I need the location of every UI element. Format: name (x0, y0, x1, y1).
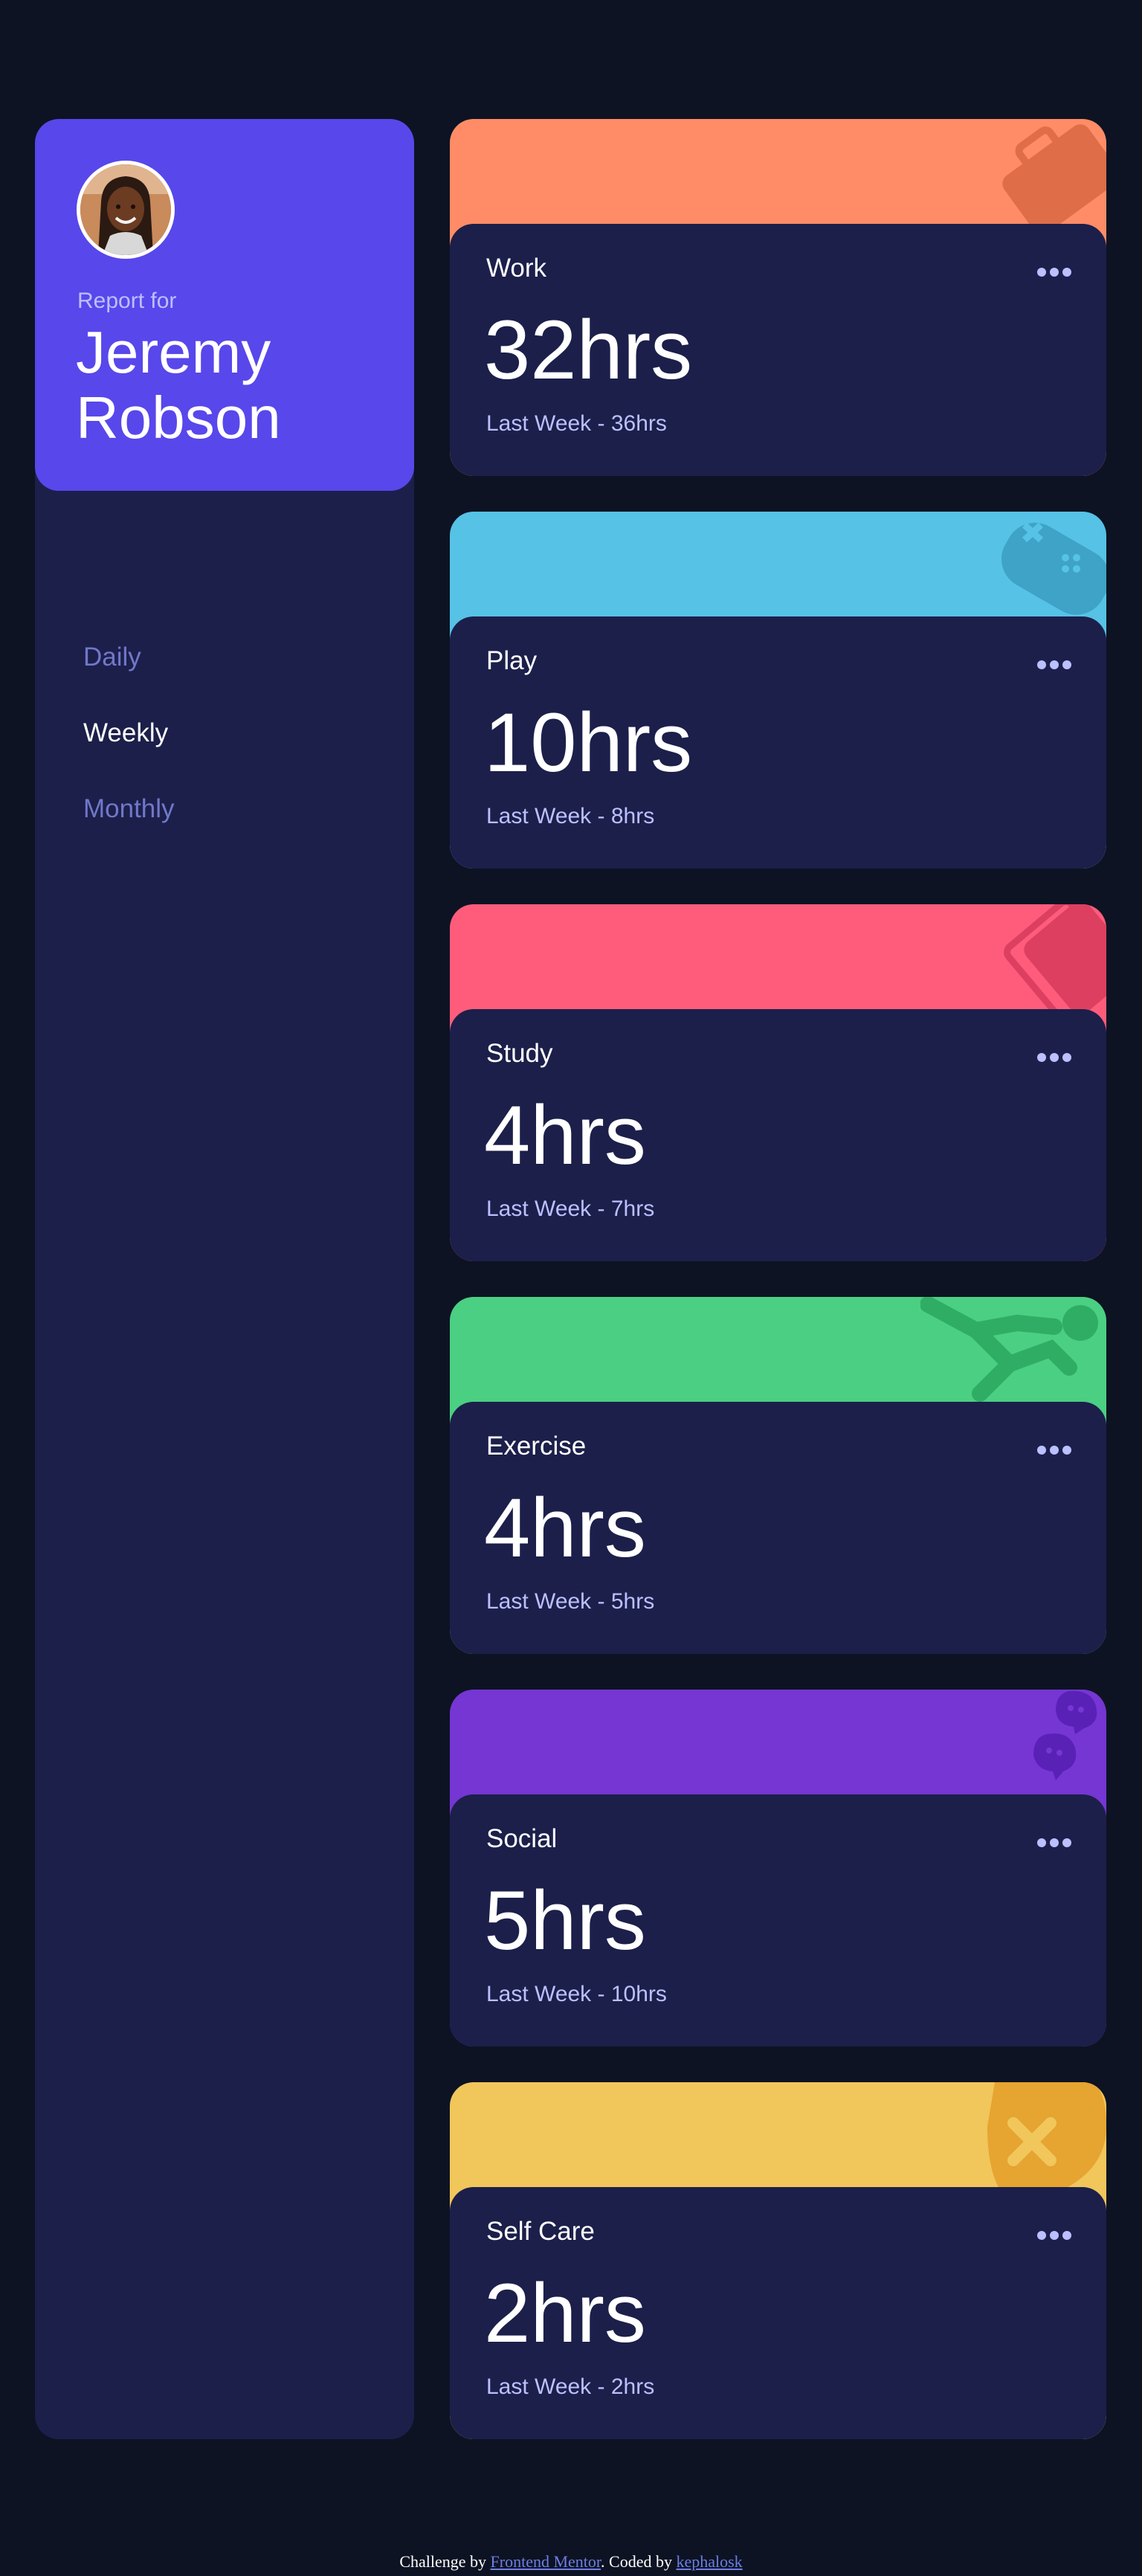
avatar (77, 161, 175, 259)
card-previous: Last Week - 36hrs (486, 411, 667, 436)
card-previous: Last Week - 8hrs (486, 804, 655, 828)
ellipsis-icon[interactable] (1036, 1445, 1072, 1455)
card-hours: 2hrs (484, 2267, 646, 2360)
profile-panel: Report for Jeremy Robson Daily Weekly Mo… (35, 119, 414, 2439)
card-body: Self Care 2hrs Last Week - 2hrs (450, 2187, 1106, 2439)
card-study[interactable]: Study 4hrs Last Week - 7hrs (450, 904, 1106, 1261)
author-link[interactable]: kephalosk (676, 2552, 742, 2571)
profile-header: Report for Jeremy Robson (35, 119, 414, 491)
card-hours: 10hrs (484, 696, 693, 789)
card-body: Study 4hrs Last Week - 7hrs (450, 1009, 1106, 1261)
card-hours: 5hrs (484, 1874, 646, 1967)
frontend-mentor-link[interactable]: Frontend Mentor (491, 2552, 601, 2571)
card-hours: 4hrs (484, 1089, 646, 1182)
card-title: Work (486, 254, 547, 283)
report-for-label: Report for (77, 289, 177, 313)
card-hours: 4hrs (484, 1481, 646, 1574)
tab-daily[interactable]: Daily (83, 643, 141, 672)
tab-weekly[interactable]: Weekly (83, 718, 168, 748)
card-title: Exercise (486, 1432, 587, 1461)
card-previous: Last Week - 7hrs (486, 1197, 655, 1221)
ellipsis-icon[interactable] (1036, 267, 1072, 277)
card-hours: 32hrs (484, 303, 693, 396)
card-body: Exercise 4hrs Last Week - 5hrs (450, 1402, 1106, 1654)
footer: Challenge by Frontend Mentor. Coded by k… (0, 2552, 1142, 2572)
tab-monthly[interactable]: Monthly (83, 794, 175, 824)
avatar-photo (80, 164, 171, 255)
ellipsis-icon[interactable] (1036, 2230, 1072, 2241)
user-name: Jeremy Robson (76, 319, 281, 451)
card-title: Social (486, 1824, 558, 1853)
card-body: Social 5hrs Last Week - 10hrs (450, 1794, 1106, 2047)
footer-middle: . Coded by (601, 2552, 677, 2571)
card-play[interactable]: Play 10hrs Last Week - 8hrs (450, 512, 1106, 869)
card-body: Work 32hrs Last Week - 36hrs (450, 224, 1106, 476)
card-title: Study (486, 1039, 553, 1068)
ellipsis-icon[interactable] (1036, 1838, 1072, 1848)
card-work[interactable]: Work 32hrs Last Week - 36hrs (450, 119, 1106, 476)
card-title: Play (486, 646, 538, 675)
footer-prefix: Challenge by (399, 2552, 491, 2571)
card-title: Self Care (486, 2217, 595, 2246)
card-self-care[interactable]: Self Care 2hrs Last Week - 2hrs (450, 2082, 1106, 2439)
card-social[interactable]: Social 5hrs Last Week - 10hrs (450, 1690, 1106, 2047)
card-previous: Last Week - 10hrs (486, 1982, 667, 2006)
card-body: Play 10hrs Last Week - 8hrs (450, 616, 1106, 869)
card-exercise[interactable]: Exercise 4hrs Last Week - 5hrs (450, 1297, 1106, 1654)
ellipsis-icon[interactable] (1036, 660, 1072, 670)
card-previous: Last Week - 5hrs (486, 1589, 655, 1614)
card-previous: Last Week - 2hrs (486, 2374, 655, 2399)
ellipsis-icon[interactable] (1036, 1052, 1072, 1063)
